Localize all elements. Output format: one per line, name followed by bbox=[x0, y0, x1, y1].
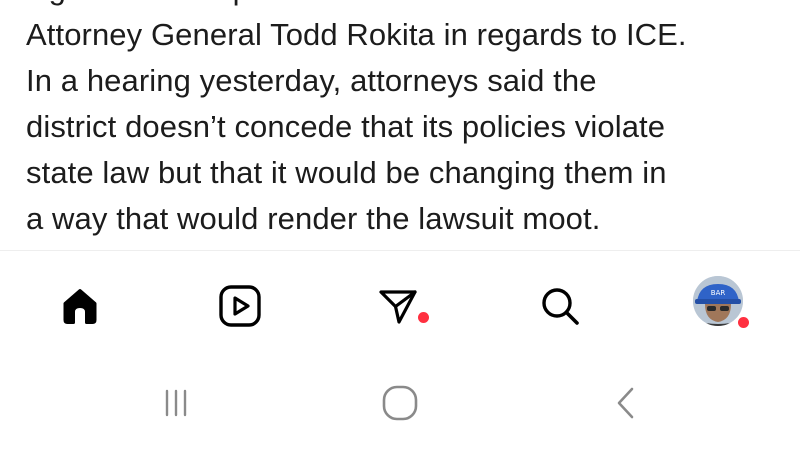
recent-apps-button[interactable] bbox=[146, 378, 206, 428]
messages-notification-dot bbox=[418, 312, 429, 323]
profile-notification-dot bbox=[738, 317, 749, 328]
bottom-tab-bar: BAR bbox=[0, 262, 800, 342]
tab-reels[interactable] bbox=[212, 278, 268, 334]
caption-line: Attorney General Todd Rokita in regards … bbox=[26, 17, 687, 52]
avatar-photo: BAR bbox=[693, 276, 743, 326]
back-button[interactable] bbox=[596, 378, 656, 428]
post-caption: signed on to represent IPS in a lawsuit … bbox=[26, 0, 786, 242]
tabbar-divider bbox=[0, 250, 800, 251]
back-chevron-icon bbox=[617, 387, 634, 419]
home-circle-icon bbox=[382, 385, 418, 421]
search-icon bbox=[542, 288, 579, 325]
direct-message-icon bbox=[379, 290, 417, 324]
system-home-button[interactable] bbox=[370, 378, 430, 428]
tab-search[interactable] bbox=[532, 278, 588, 334]
tab-home[interactable] bbox=[52, 278, 108, 334]
caption-line: signed on to represent IPS in a lawsuit … bbox=[26, 0, 786, 12]
tab-messages[interactable] bbox=[370, 278, 426, 334]
caption-line: state law but that it would be changing … bbox=[26, 155, 667, 190]
svg-text:BAR: BAR bbox=[711, 289, 726, 297]
caption-line: district doesn’t concede that its polici… bbox=[26, 109, 666, 144]
system-navigation-bar bbox=[0, 360, 800, 450]
profile-avatar[interactable]: BAR bbox=[693, 276, 743, 326]
reels-icon bbox=[219, 285, 261, 327]
post-screen: signed on to represent IPS in a lawsuit … bbox=[0, 0, 800, 450]
home-icon bbox=[63, 289, 97, 324]
caption-line: In a hearing yesterday, attorneys said t… bbox=[26, 63, 597, 98]
caption-line: a way that would render the lawsuit moot… bbox=[26, 201, 601, 236]
recent-apps-icon bbox=[165, 389, 187, 417]
